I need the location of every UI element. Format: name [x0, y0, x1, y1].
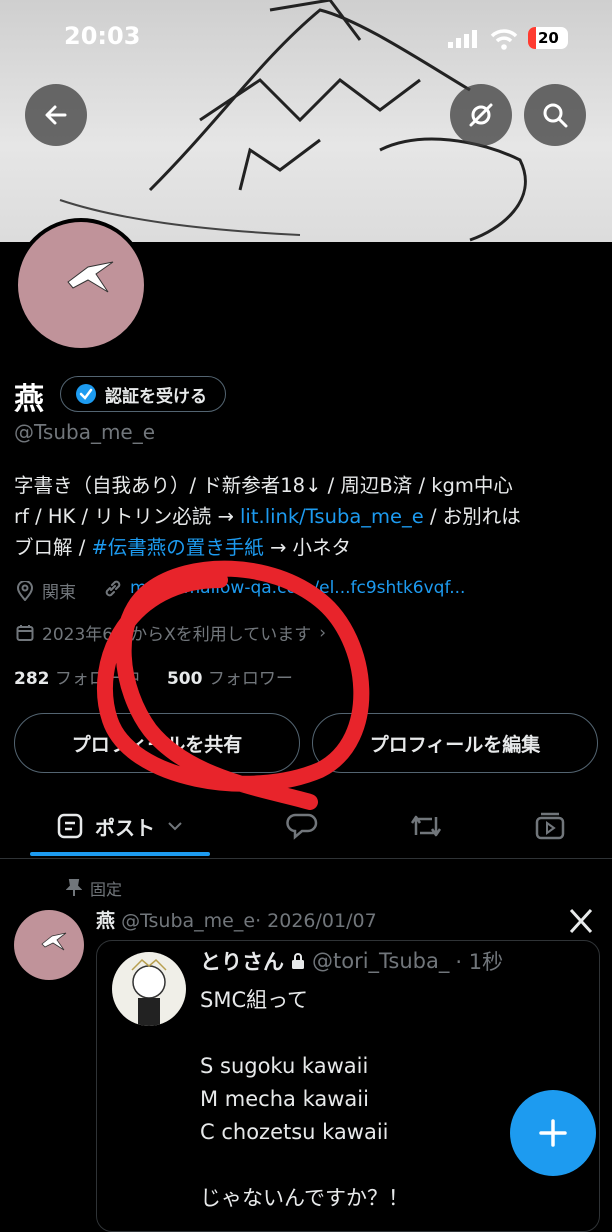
get-verified-button[interactable]: 認証を受ける	[60, 376, 226, 412]
no-notify-icon	[469, 103, 493, 127]
post-icon	[57, 813, 83, 839]
active-tab-indicator	[30, 852, 210, 856]
quoted-tweet-header: とりさん @tori_Tsuba_ · 1秒	[200, 946, 503, 976]
following-count: 282	[14, 669, 50, 689]
swallow-drawing-small	[41, 932, 67, 951]
search-icon	[543, 103, 568, 128]
location-row: 関東	[16, 578, 76, 603]
chevron-down-icon	[168, 822, 182, 831]
quoted-author-handle: @tori_Tsuba_	[312, 949, 450, 973]
pinned-text: 固定	[90, 880, 123, 899]
quoted-author-name: とりさん	[200, 950, 284, 974]
sketch-character	[131, 958, 167, 1026]
x-logo-icon	[569, 908, 593, 934]
tab-reposts[interactable]	[396, 796, 456, 856]
plus-icon	[539, 1119, 567, 1147]
quoted-time: · 1秒	[455, 950, 504, 974]
bio-line: rf / HK / リトリン必読 →	[14, 505, 241, 528]
red-annotation-circle	[97, 560, 370, 810]
repost-icon	[410, 815, 442, 837]
battery-indicator: 20	[528, 27, 568, 49]
profile-handle: @Tsuba_me_e	[14, 420, 156, 444]
profile-avatar[interactable]	[14, 218, 148, 352]
tweet-header: 燕 @Tsuba_me_e· 2026/01/07	[96, 906, 377, 933]
tweet-author-handle: @Tsuba_me_e	[121, 910, 256, 932]
wifi-icon	[490, 29, 518, 50]
calendar-icon	[16, 624, 34, 641]
tab-posts-label: ポスト	[95, 815, 155, 840]
media-icon	[535, 812, 565, 840]
signal-icon	[448, 30, 477, 48]
reply-icon	[286, 813, 318, 840]
search-button[interactable]	[524, 84, 586, 146]
bio-line: 字書き（自我あり）/ ド新参者18↓ / 周辺B済 / kgm中心	[14, 474, 513, 497]
pin-icon	[66, 879, 82, 896]
lock-icon	[292, 953, 304, 969]
get-verified-label: 認証を受ける	[105, 386, 207, 407]
pinned-label: 固定	[66, 876, 122, 900]
back-button[interactable]	[25, 84, 87, 146]
no-notify-button[interactable]	[450, 84, 512, 146]
compose-button[interactable]	[510, 1090, 596, 1176]
swallow-drawing	[67, 261, 114, 293]
location-icon	[16, 580, 34, 601]
verified-badge-icon	[76, 384, 96, 404]
quoted-author-avatar[interactable]	[112, 952, 186, 1026]
tweet-date: · 2026/01/07	[255, 910, 377, 932]
battery-level: 20	[538, 29, 559, 47]
back-arrow-icon	[45, 105, 67, 125]
tab-media[interactable]	[520, 796, 580, 856]
bio-link[interactable]: lit.link/Tsuba_me_e	[240, 505, 424, 528]
quoted-tweet-text: SMC組って S sugoku kawaii M mecha kawaii C …	[200, 988, 409, 1210]
bio-line: / お別れは	[423, 505, 521, 528]
tweet-author-name[interactable]: 燕	[96, 910, 115, 932]
tweet-author-avatar[interactable]	[14, 910, 84, 980]
profile-name: 燕	[14, 382, 44, 417]
status-time: 20:03	[64, 22, 141, 50]
